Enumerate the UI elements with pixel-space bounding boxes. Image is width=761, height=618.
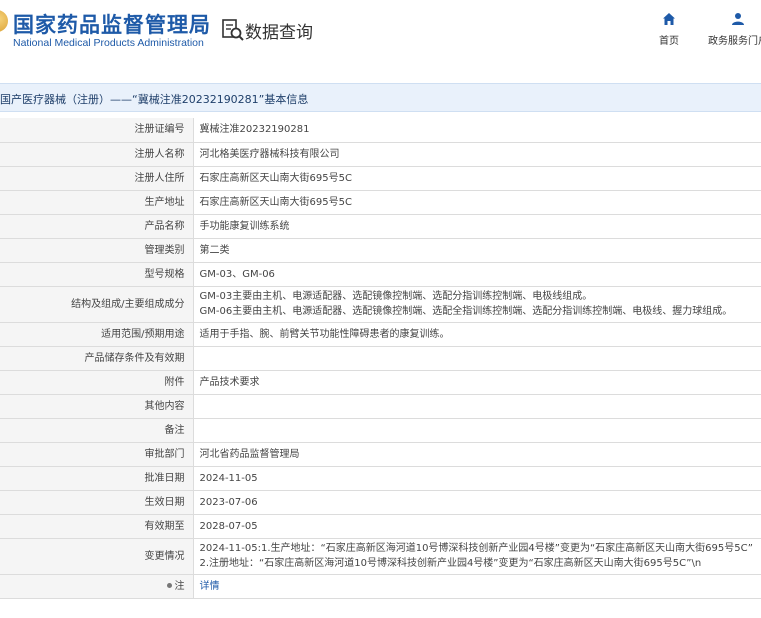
site-header: 国家药品监督管理局 National Medical Products Admi… <box>0 0 761 68</box>
field-label: 注册人住所 <box>0 166 194 191</box>
table-row: 注册人名称 河北格美医疗器械科技有限公司 <box>0 142 761 167</box>
table-row: 生产地址 石家庄高新区天山南大街695号5C <box>0 190 761 215</box>
nav-home-label: 首页 <box>659 36 679 47</box>
field-value: 河北省药品监督管理局 <box>193 442 761 467</box>
table-row: 其他内容 <box>0 394 761 419</box>
field-value: 产品技术要求 <box>193 370 761 395</box>
field-label: 产品储存条件及有效期 <box>0 346 194 371</box>
field-value: 手功能康复训练系统 <box>193 214 761 239</box>
table-row: 变更情况 2024-11-05:1.生产地址：“石家庄高新区海河道10号博深科技创… <box>0 538 761 575</box>
table-row: 注册人住所 石家庄高新区天山南大街695号5C <box>0 166 761 191</box>
field-value: 河北格美医疗器械科技有限公司 <box>193 142 761 167</box>
details-link[interactable]: 详情 <box>200 581 220 592</box>
field-label: 注册证编号 <box>0 118 194 143</box>
note-label: 注 <box>174 580 185 592</box>
table-row: 注 详情 <box>0 574 761 599</box>
field-value: 适用于手指、腕、前臂关节功能性障碍患者的康复训练。 <box>193 322 761 347</box>
page-title-bar: 国产医疗器械（注册）——“冀械注准20232190281”基本信息 <box>0 83 761 112</box>
field-label: 审批部门 <box>0 442 194 467</box>
data-query-icon <box>222 18 244 42</box>
field-value <box>193 394 761 419</box>
field-label: 批准日期 <box>0 466 194 491</box>
field-label: 变更情况 <box>0 538 194 575</box>
field-label: 附件 <box>0 370 194 395</box>
field-value: 2024-11-05 <box>193 466 761 491</box>
system-title: 数据查询 <box>245 23 313 43</box>
table-row: 注册证编号 冀械注准20232190281 <box>0 118 761 143</box>
field-label: 管理类别 <box>0 238 194 263</box>
field-value-line: GM-06主要由主机、电源适配器、选配镜像控制端、选配全指训练控制端、选配分指训… <box>199 306 733 317</box>
nav-gov-label: 政务服务门户 <box>708 36 761 47</box>
home-icon <box>663 13 675 25</box>
org-name-en[interactable]: National Medical Products Administration <box>13 37 204 49</box>
field-value: 2028-07-05 <box>193 514 761 539</box>
table-row: 管理类别 第二类 <box>0 238 761 263</box>
nav-home[interactable]: 首页 <box>656 12 682 47</box>
field-label: 适用范围/预期用途 <box>0 322 194 347</box>
table-row: 产品储存条件及有效期 <box>0 346 761 371</box>
bullet-icon <box>166 583 172 588</box>
field-value: 石家庄高新区天山南大街695号5C <box>193 190 761 215</box>
emblem-icon <box>0 10 8 32</box>
org-name-cn[interactable]: 国家药品监督管理局 <box>13 9 211 39</box>
field-label: 注 <box>0 574 194 599</box>
field-label: 备注 <box>0 418 194 443</box>
field-value-line: 2024-11-05:1.生产地址：“石家庄高新区海河道10号博深科技创新产业园… <box>199 543 753 554</box>
page-title: 国产医疗器械（注册）——“冀械注准20232190281”基本信息 <box>0 93 309 106</box>
table-row: 有效期至 2028-07-05 <box>0 514 761 539</box>
field-value <box>193 418 761 443</box>
field-value: GM-03主要由主机、电源适配器、选配镜像控制端、选配分指训练控制端、电极线组成… <box>193 286 761 323</box>
table-row: 产品名称 手功能康复训练系统 <box>0 214 761 239</box>
table-row: 审批部门 河北省药品监督管理局 <box>0 442 761 467</box>
table-row: 附件 产品技术要求 <box>0 370 761 395</box>
field-label: 有效期至 <box>0 514 194 539</box>
table-row: 备注 <box>0 418 761 443</box>
field-label: 生产地址 <box>0 190 194 215</box>
table-row: 型号规格 GM-03、GM-06 <box>0 262 761 287</box>
field-value: GM-03、GM-06 <box>193 262 761 287</box>
field-value <box>193 346 761 371</box>
table-row: 批准日期 2024-11-05 <box>0 466 761 491</box>
field-label: 型号规格 <box>0 262 194 287</box>
field-value: 2024-11-05:1.生产地址：“石家庄高新区海河道10号博深科技创新产业园… <box>193 538 761 575</box>
user-icon <box>732 13 744 25</box>
field-value: 冀械注准20232190281 <box>193 118 761 143</box>
field-value: 第二类 <box>193 238 761 263</box>
nav-gov-service[interactable]: 政务服务门户 <box>708 12 761 47</box>
field-value-line: GM-03主要由主机、电源适配器、选配镜像控制端、选配分指训练控制端、电极线组成… <box>199 291 593 302</box>
field-value: 石家庄高新区天山南大街695号5C <box>193 166 761 191</box>
table-row: 生效日期 2023-07-06 <box>0 490 761 515</box>
table-row: 适用范围/预期用途 适用于手指、腕、前臂关节功能性障碍患者的康复训练。 <box>0 322 761 347</box>
field-label: 生效日期 <box>0 490 194 515</box>
table-row: 结构及组成/主要组成成分 GM-03主要由主机、电源适配器、选配镜像控制端、选配分… <box>0 286 761 323</box>
field-label: 注册人名称 <box>0 142 194 167</box>
field-value: 详情 <box>193 574 761 599</box>
field-label: 产品名称 <box>0 214 194 239</box>
field-value: 2023-07-06 <box>193 490 761 515</box>
field-label: 结构及组成/主要组成成分 <box>0 286 194 323</box>
registration-info-table: 注册证编号 冀械注准20232190281 注册人名称 河北格美医疗器械科技有限公司… <box>0 118 761 599</box>
field-value-line: 2.注册地址：“石家庄高新区海河道10号博深科技创新产业园4号楼”变更为“石家庄… <box>199 558 702 569</box>
field-label: 其他内容 <box>0 394 194 419</box>
